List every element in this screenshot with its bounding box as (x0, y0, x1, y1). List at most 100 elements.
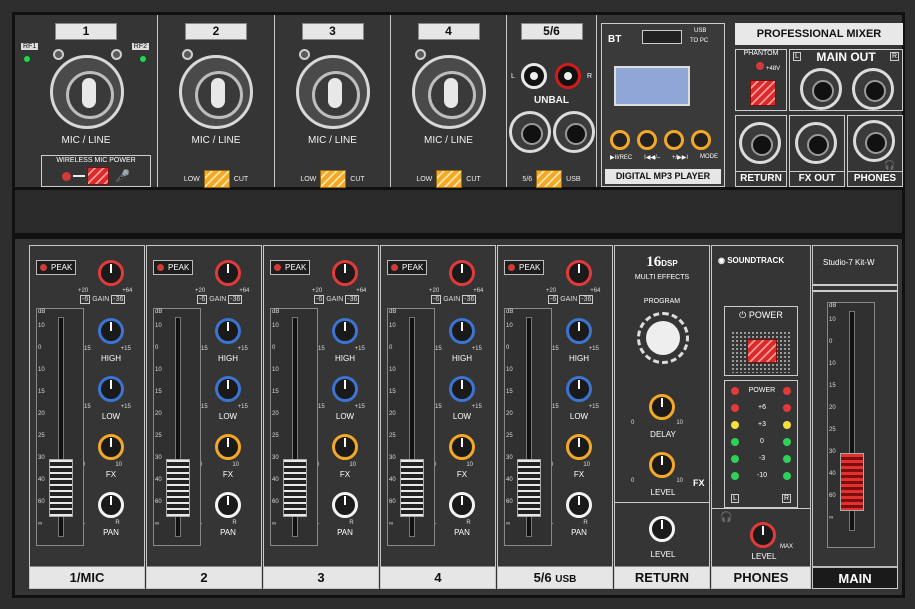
power-label: POWER (748, 310, 783, 320)
main-fader[interactable]: dB 10 0 10 15 20 25 30 40 60 ∞ (827, 302, 875, 548)
fx-send-knob[interactable] (98, 434, 124, 460)
meter-right-label: R (781, 494, 791, 503)
channel-name: 4 (434, 570, 442, 585)
wireless-power-button[interactable] (87, 167, 109, 185)
fader-cap[interactable] (166, 459, 190, 517)
xlr-combo-jack[interactable] (50, 55, 124, 129)
fx-send-label: FX (339, 470, 351, 479)
source-select-button[interactable] (536, 170, 563, 188)
pan-knob[interactable] (332, 492, 358, 518)
peak-label: PEAK (285, 263, 307, 272)
usb-slot[interactable] (642, 30, 682, 44)
gain-knob[interactable] (332, 260, 358, 286)
xlr-combo-jack[interactable] (296, 55, 370, 129)
fader-tick-label: 60 (389, 499, 396, 505)
xlr-combo-jack[interactable] (179, 55, 253, 129)
gain-knob[interactable] (449, 260, 475, 286)
gain-min-label: +20 (78, 288, 89, 294)
fx-send-knob[interactable] (332, 434, 358, 460)
low-eq-knob[interactable] (449, 376, 475, 402)
main-out-left-jack[interactable] (800, 68, 842, 110)
main-out-right-jack[interactable] (852, 68, 894, 110)
return-jack[interactable] (739, 122, 781, 164)
channel-fader[interactable]: dB 10 0 10 15 20 25 30 40 60 ∞ (387, 308, 435, 546)
low-eq-knob[interactable] (566, 376, 592, 402)
high-eq-knob[interactable] (449, 318, 475, 344)
channel-fader[interactable]: dB 10 0 10 15 20 25 30 40 60 ∞ (36, 308, 84, 546)
fx-label: FX (693, 478, 705, 488)
channel-name: 1/MIC (69, 570, 105, 585)
fader-tick-label: ∞ (506, 521, 511, 527)
play-rec-button[interactable] (610, 130, 630, 150)
fader-cap[interactable] (400, 459, 424, 517)
peak-label: PEAK (51, 263, 73, 272)
prev-button[interactable] (637, 130, 657, 150)
phantom-button[interactable] (750, 80, 776, 106)
input-2: 2 MIC / LINE LOW CUT (158, 15, 275, 188)
gain-min-label: +20 (429, 288, 440, 294)
line-jack-left[interactable] (509, 111, 551, 153)
fx-out-jack[interactable] (795, 122, 837, 164)
fx-send-knob[interactable] (449, 434, 475, 460)
pan-max-label: R (349, 520, 354, 526)
power-button[interactable] (747, 339, 777, 363)
main-fader-cap[interactable] (840, 453, 864, 511)
xlr-combo-jack[interactable] (412, 55, 486, 129)
program-selector[interactable] (637, 312, 689, 364)
next-button[interactable] (664, 130, 684, 150)
fader-cap[interactable] (283, 459, 307, 517)
fx-send-knob[interactable] (215, 434, 241, 460)
mic-line-label: MIC / LINE (308, 135, 357, 146)
fader-cap[interactable] (49, 459, 73, 517)
fader-tick-label: 10 (272, 323, 279, 329)
pan-knob[interactable] (215, 492, 241, 518)
mode-button[interactable] (691, 130, 711, 150)
pan-knob[interactable] (449, 492, 475, 518)
phones-level-knob[interactable] (750, 522, 776, 548)
high-eq-knob[interactable] (98, 318, 124, 344)
channel-fader[interactable]: dB 10 0 10 15 20 25 30 40 60 ∞ (270, 308, 318, 546)
right-label: R (587, 73, 593, 80)
fader-tick-label: 40 (155, 477, 162, 483)
gain-knob[interactable] (98, 260, 124, 286)
fx-send-knob[interactable] (566, 434, 592, 460)
input-4: 4 MIC / LINE LOW CUT (391, 15, 507, 188)
fx-level-min-label: 0 (631, 478, 635, 484)
low-label: LOW (183, 175, 200, 183)
high-eq-knob[interactable] (566, 318, 592, 344)
delay-knob[interactable] (649, 394, 675, 420)
low-eq-knob[interactable] (332, 376, 358, 402)
gain-knob[interactable] (215, 260, 241, 286)
rca-left-jack[interactable] (521, 63, 547, 89)
low-cut-button[interactable] (436, 170, 463, 188)
high-eq-knob[interactable] (332, 318, 358, 344)
mp3-player: BT USB TO PC ▶II/REC I◀◀/– +/▶▶I MODE DI… (601, 23, 725, 187)
channel-fader[interactable]: dB 10 0 10 15 20 25 30 40 60 ∞ (504, 308, 552, 546)
main-out-label: MAIN OUT (816, 50, 876, 64)
low-cut-button[interactable] (320, 170, 347, 188)
phantom-volt-label: +48V (766, 66, 781, 72)
low-eq-knob[interactable] (98, 376, 124, 402)
phones-jack[interactable] (853, 120, 895, 162)
low-cut-button[interactable] (203, 170, 230, 188)
gain-badge-2: -36 (228, 295, 243, 304)
pan-knob[interactable] (98, 492, 124, 518)
low-eq-knob[interactable] (215, 376, 241, 402)
channel-name-bar: 3 (264, 566, 378, 588)
rca-right-jack[interactable] (555, 63, 581, 89)
fader-cap[interactable] (517, 459, 541, 517)
level-meter: POWER +6 +3 0 -3 -10 L R (724, 380, 798, 508)
channel-number: 3 (301, 23, 364, 40)
line-jack-right[interactable] (553, 111, 595, 153)
gain-min-label: +20 (546, 288, 557, 294)
high-eq-label: HIGH (218, 354, 238, 363)
return-label: RETURN (736, 171, 786, 186)
channel-fader[interactable]: dB 10 0 10 15 20 25 30 40 60 ∞ (153, 308, 201, 546)
fx-level-knob[interactable] (649, 452, 675, 478)
high-eq-knob[interactable] (215, 318, 241, 344)
return-level-knob[interactable] (649, 516, 675, 542)
gain-knob[interactable] (566, 260, 592, 286)
pan-knob[interactable] (566, 492, 592, 518)
fader-tick-label: 10 (829, 317, 836, 323)
return-section: RETURN (735, 115, 787, 187)
